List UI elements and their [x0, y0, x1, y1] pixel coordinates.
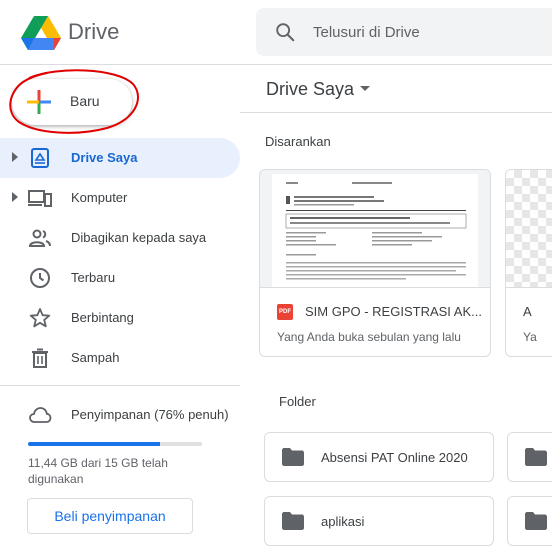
folder-item[interactable] [507, 432, 552, 482]
sidebar-item-starred[interactable]: Berbintang [0, 298, 240, 338]
file-thumbnail [506, 170, 552, 288]
computer-icon [28, 190, 52, 207]
transparent-image-preview [506, 170, 552, 287]
page-title[interactable]: Drive Saya [266, 79, 354, 100]
top-bar: Drive [0, 0, 552, 65]
sidebar-item-label: Berbintang [71, 310, 134, 325]
folder-item[interactable]: aplikasi [264, 496, 494, 546]
folder-item[interactable]: Absensi PAT Online 2020 [264, 432, 494, 482]
suggested-file-card[interactable]: PDF SIM GPO - REGISTRASI AK... Yang Anda… [259, 169, 491, 357]
buy-storage-button[interactable]: Beli penyimpanan [27, 498, 193, 534]
clock-icon [30, 268, 50, 288]
file-name: SIM GPO - REGISTRASI AK... [305, 304, 482, 319]
sidebar-item-recent[interactable]: Terbaru [0, 258, 240, 298]
app-title[interactable]: Drive [68, 19, 119, 45]
main-header: Drive Saya [240, 65, 552, 113]
pdf-file-icon: PDF [277, 304, 293, 320]
sidebar-item-komputer[interactable]: Komputer [0, 178, 240, 218]
main-content: Drive Saya Disarankan PDF SIM GPO - REGI… [240, 65, 552, 551]
folder-name: Absensi PAT Online 2020 [321, 450, 468, 465]
file-name: A [523, 304, 532, 319]
folder-item[interactable] [507, 496, 552, 546]
storage-label[interactable]: Penyimpanan (76% penuh) [71, 407, 229, 422]
sidebar-item-label: Terbaru [71, 270, 116, 285]
file-activity: Ya [523, 330, 537, 344]
search-input[interactable] [313, 19, 552, 45]
folder-section-label: Folder [279, 394, 316, 409]
storage-detail: 11,44 GB dari 15 GB telah digunakan [28, 456, 168, 486]
folder-icon [282, 448, 304, 466]
file-activity: Yang Anda buka sebulan yang lalu [277, 330, 461, 344]
expand-arrow-icon[interactable] [12, 152, 18, 162]
caret-down-icon[interactable] [360, 86, 370, 91]
sidebar-divider [0, 385, 240, 386]
sidebar-item-label: Sampah [71, 350, 120, 365]
shared-people-icon [28, 229, 51, 247]
search-box[interactable] [256, 8, 552, 56]
storage-progress-bar [28, 442, 202, 446]
cloud-icon[interactable] [28, 403, 52, 427]
folder-name: aplikasi [321, 514, 365, 529]
sidebar-item-shared[interactable]: Dibagikan kepada saya [0, 218, 240, 258]
sidebar-item-label: Drive Saya [71, 150, 138, 165]
new-button-label: Baru [70, 93, 100, 109]
sidebar-item-trash[interactable]: Sampah [0, 338, 240, 378]
expand-arrow-icon[interactable] [12, 192, 18, 202]
file-thumbnail [260, 170, 490, 288]
suggested-section-label: Disarankan [265, 134, 331, 149]
storage-progress-fill [28, 442, 161, 446]
my-drive-icon [31, 148, 49, 168]
trash-icon [32, 348, 48, 368]
star-icon [29, 308, 51, 328]
suggested-file-card[interactable]: A Ya [505, 169, 552, 357]
new-button[interactable]: Baru [12, 79, 132, 125]
folder-icon [282, 512, 304, 530]
plus-icon [27, 90, 51, 114]
folder-icon [525, 512, 547, 530]
document-preview-image [272, 174, 478, 287]
sidebar: Baru Drive Saya Komputer Dibagikan kepad… [0, 65, 240, 551]
folder-icon [525, 448, 547, 466]
drive-logo-icon[interactable] [21, 14, 61, 50]
sidebar-item-label: Komputer [71, 190, 128, 205]
search-icon[interactable] [274, 21, 296, 43]
sidebar-item-label: Dibagikan kepada saya [71, 230, 207, 245]
sidebar-item-drive-saya[interactable]: Drive Saya [0, 138, 240, 178]
